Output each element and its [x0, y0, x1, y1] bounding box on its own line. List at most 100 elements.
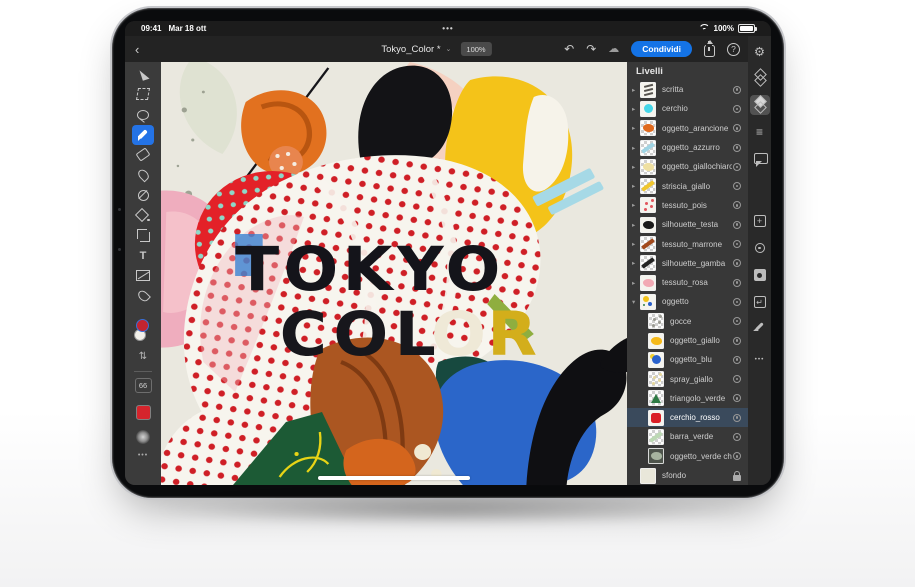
layer-row-cerchio[interactable]: ▸ cerchio — [627, 99, 748, 118]
layer-row-oggetto-arancione[interactable]: ▸ oggetto_arancione — [627, 119, 748, 138]
brush-size-indicator[interactable]: 66 — [134, 378, 152, 394]
layer-visibility-icon[interactable] — [750, 238, 770, 258]
back-button[interactable]: ‹ — [135, 43, 139, 56]
layer-row-spray-giallo[interactable]: spray_giallo — [627, 369, 748, 388]
layer-properties-icon[interactable] — [749, 95, 770, 115]
layer-row-silhouette-testa[interactable]: ▸ silhouette_testa — [627, 215, 748, 234]
comments-icon[interactable] — [750, 149, 770, 169]
layer-thumbnail — [640, 467, 656, 484]
visibility-eye-icon[interactable] — [732, 123, 742, 133]
home-indicator[interactable] — [318, 475, 470, 480]
visibility-eye-icon[interactable] — [732, 181, 742, 191]
layer-row-oggetto-verde-chiaro[interactable]: oggetto_verde chiaro — [627, 447, 748, 466]
toolbar-divider — [134, 371, 152, 373]
disclosure-icon[interactable]: ▸ — [632, 144, 640, 152]
disclosure-icon[interactable]: ▸ — [632, 163, 640, 171]
visibility-eye-icon[interactable] — [732, 432, 742, 442]
toolbar-more-icon[interactable]: ••• — [138, 452, 148, 459]
visibility-eye-icon[interactable] — [732, 143, 742, 153]
visibility-eye-icon[interactable] — [732, 220, 742, 230]
disclosure-icon[interactable]: ▸ — [632, 259, 640, 267]
visibility-eye-icon[interactable] — [732, 85, 742, 95]
undo-button[interactable]: ↶ — [564, 43, 574, 55]
visibility-eye-icon[interactable] — [732, 104, 742, 114]
disclosure-icon[interactable]: ▸ — [632, 240, 640, 248]
layer-row-tessuto-pois[interactable]: ▸ tessuto_pois — [627, 196, 748, 215]
disclosure-icon[interactable]: ▸ — [632, 86, 640, 94]
layer-row-tessuto-rosa[interactable]: ▸ tessuto_rosa — [627, 273, 748, 292]
visibility-eye-icon[interactable] — [732, 200, 742, 210]
visibility-eye-icon[interactable] — [732, 413, 742, 423]
visibility-eye-icon[interactable] — [732, 374, 742, 384]
brush-tool[interactable] — [132, 124, 154, 145]
visibility-eye-icon[interactable] — [732, 316, 742, 326]
multitask-dots-icon[interactable]: ••• — [442, 24, 453, 33]
brush-color-swatch[interactable] — [135, 405, 151, 421]
thumbnail-shape — [644, 201, 648, 205]
eyedropper-tool[interactable] — [132, 286, 154, 306]
disclosure-icon[interactable]: ▸ — [632, 279, 640, 287]
disclosure-icon[interactable]: ▸ — [632, 201, 640, 209]
settings-icon[interactable]: ⚙ — [750, 41, 770, 61]
layer-row-cerchio-rosso[interactable]: cerchio_rosso — [627, 408, 748, 428]
move-tool[interactable] — [132, 64, 154, 84]
lock-icon[interactable] — [733, 470, 741, 481]
layer-row-oggetto-giallochiaro[interactable]: ▸ oggetto_giallochiaro — [627, 157, 748, 176]
fill-tool[interactable] — [132, 205, 154, 225]
layer-row-sfondo[interactable]: sfondo — [627, 466, 748, 485]
layer-mask-icon[interactable] — [750, 265, 770, 285]
clip-mask-icon[interactable] — [750, 319, 770, 339]
layer-row-oggetto-giallo[interactable]: oggetto_giallo — [627, 331, 748, 350]
add-layer-icon[interactable]: + — [750, 211, 770, 231]
layer-row-oggetto[interactable]: ▾ oggetto — [627, 292, 748, 311]
layer-name: cerchio — [662, 104, 688, 114]
title-chevron-down-icon[interactable]: ⌄ — [446, 45, 452, 53]
foreground-color-swatch[interactable] — [136, 319, 149, 333]
lasso-tool[interactable] — [132, 104, 154, 124]
disclosure-icon[interactable]: ▸ — [632, 105, 640, 113]
zoom-level-badge[interactable]: 100% — [460, 42, 492, 56]
layer-row-triangolo-verde[interactable]: triangolo_verde — [627, 389, 748, 408]
visibility-eye-icon[interactable] — [732, 393, 742, 403]
layers-panel-icon[interactable] — [750, 68, 770, 88]
layer-row-silhouette-gamba[interactable]: ▸ silhouette_gamba — [627, 254, 748, 273]
visibility-eye-icon[interactable] — [732, 336, 742, 346]
layer-row-scritta[interactable]: ▸ scritta — [627, 80, 748, 99]
frame-tool[interactable] — [132, 266, 154, 286]
disclosure-icon[interactable]: ▸ — [632, 221, 640, 229]
type-tool[interactable]: T — [132, 246, 154, 266]
healing-tool[interactable] — [132, 185, 154, 205]
adjustments-icon[interactable]: ≡ — [750, 122, 770, 142]
disclosure-icon[interactable]: ▸ — [632, 124, 640, 132]
color-wells[interactable] — [133, 319, 153, 343]
visibility-eye-icon[interactable] — [732, 258, 742, 268]
share-button[interactable]: Condividi — [631, 40, 692, 58]
disclosure-icon[interactable]: ▸ — [632, 182, 640, 190]
eraser-tool[interactable] — [132, 145, 154, 165]
swap-colors-icon[interactable]: ⇅ — [139, 351, 147, 362]
visibility-eye-icon[interactable] — [732, 451, 742, 461]
help-button[interactable]: ? — [727, 42, 740, 56]
layer-row-oggetto-blu[interactable]: oggetto_blu — [627, 350, 748, 369]
brush-preview[interactable] — [136, 430, 150, 445]
redo-button[interactable]: ↷ — [586, 43, 596, 55]
transform-tool[interactable] — [132, 84, 154, 104]
disclosure-icon[interactable]: ▾ — [632, 298, 640, 306]
canvas[interactable]: TOKYO COL O R — [161, 62, 627, 485]
export-share-icon[interactable] — [704, 39, 715, 57]
place-icon[interactable]: ↵ — [750, 292, 770, 312]
layer-row-tessuto-marrone[interactable]: ▸ tessuto_marrone — [627, 234, 748, 253]
visibility-eye-icon[interactable] — [732, 162, 742, 172]
smudge-tool[interactable] — [132, 165, 154, 185]
more-icon[interactable]: ••• — [750, 349, 770, 369]
layer-row-barra-verde[interactable]: barra_verde — [627, 427, 748, 446]
visibility-eye-icon[interactable] — [732, 355, 742, 365]
visibility-eye-icon[interactable] — [732, 278, 742, 288]
layer-row-striscia-giallo[interactable]: ▸ striscia_giallo — [627, 176, 748, 195]
layer-row-oggetto-azzurro[interactable]: ▸ oggetto_azzurro — [627, 138, 748, 157]
layer-row-gocce[interactable]: gocce — [627, 312, 748, 331]
visibility-eye-icon[interactable] — [732, 239, 742, 249]
crop-tool[interactable] — [132, 226, 154, 246]
visibility-eye-icon[interactable] — [732, 297, 742, 307]
layer-name: oggetto — [662, 297, 689, 307]
